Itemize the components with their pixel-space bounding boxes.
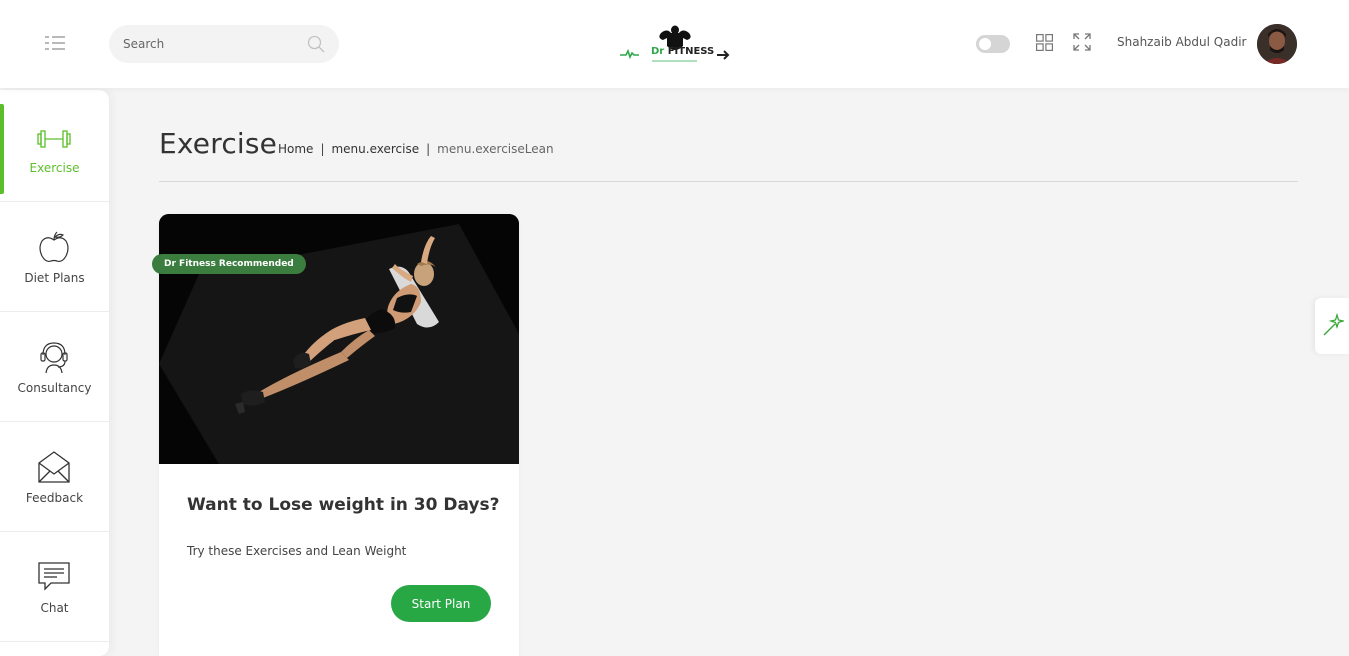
sidebar-item-label: Consultancy bbox=[17, 381, 92, 395]
envelope-icon bbox=[37, 450, 71, 484]
page-title: Exercise bbox=[159, 127, 278, 160]
card-title: Want to Lose weight in 30 Days? bbox=[187, 495, 500, 515]
search-box bbox=[109, 25, 339, 63]
dumbbell-icon bbox=[37, 122, 71, 156]
top-bar: Dr FITNESS Shahzaib Abdul Qadir bbox=[0, 0, 1349, 88]
workout-woman-image bbox=[159, 214, 519, 464]
user-name[interactable]: Shahzaib Abdul Qadir bbox=[1117, 35, 1246, 49]
logo-text-fitness: FITNESS bbox=[667, 46, 715, 57]
sidebar-item-label: Chat bbox=[40, 601, 69, 615]
sidebar-item-label: Feedback bbox=[25, 491, 84, 505]
sidebar-item-label: Diet Plans bbox=[24, 271, 85, 285]
sidebar-item-exercise[interactable]: Exercise bbox=[0, 92, 109, 202]
title-divider bbox=[159, 181, 1298, 182]
menu-toggle-icon[interactable] bbox=[44, 35, 66, 51]
recommended-badge: Dr Fitness Recommended bbox=[152, 254, 306, 274]
magic-wand-icon bbox=[1323, 313, 1344, 336]
apple-icon bbox=[37, 230, 71, 264]
card-description: Try these Exercises and Lean Weight bbox=[187, 544, 407, 558]
avatar[interactable] bbox=[1257, 24, 1297, 64]
breadcrumb-exercise[interactable]: menu.exercise bbox=[331, 142, 419, 156]
sidebar-item-feedback[interactable]: Feedback bbox=[0, 422, 109, 532]
sidebar-item-chat[interactable]: Chat bbox=[0, 532, 109, 642]
customizer-tab[interactable] bbox=[1315, 298, 1349, 354]
breadcrumb: Home | menu.exercise | menu.exerciseLean bbox=[278, 142, 554, 156]
logo-text-dr: Dr bbox=[651, 46, 665, 57]
sidebar-item-label: Exercise bbox=[29, 161, 80, 175]
start-plan-button[interactable]: Start Plan bbox=[391, 585, 491, 622]
search-input[interactable] bbox=[123, 25, 303, 63]
chat-icon bbox=[37, 560, 71, 594]
exercise-plan-card: Want to Lose weight in 30 Days? Try thes… bbox=[159, 214, 519, 656]
breadcrumb-separator: | bbox=[320, 142, 325, 156]
sidebar: Exercise Diet Plans Consultancy Feedback… bbox=[0, 90, 109, 656]
theme-toggle[interactable] bbox=[976, 35, 1010, 53]
breadcrumb-current: menu.exerciseLean bbox=[437, 142, 554, 156]
sidebar-item-diet-plans[interactable]: Diet Plans bbox=[0, 202, 109, 312]
dr-fitness-logo[interactable]: Dr FITNESS bbox=[617, 24, 733, 64]
search-icon[interactable] bbox=[307, 35, 325, 53]
apps-grid-icon[interactable] bbox=[1036, 34, 1053, 51]
toggle-knob bbox=[979, 38, 991, 50]
headset-icon bbox=[37, 340, 71, 374]
fullscreen-icon[interactable] bbox=[1073, 33, 1091, 51]
breadcrumb-home[interactable]: Home bbox=[278, 142, 313, 156]
sidebar-item-consultancy[interactable]: Consultancy bbox=[0, 312, 109, 422]
logo-text: Dr FITNESS bbox=[651, 46, 714, 57]
breadcrumb-separator: | bbox=[426, 142, 431, 156]
